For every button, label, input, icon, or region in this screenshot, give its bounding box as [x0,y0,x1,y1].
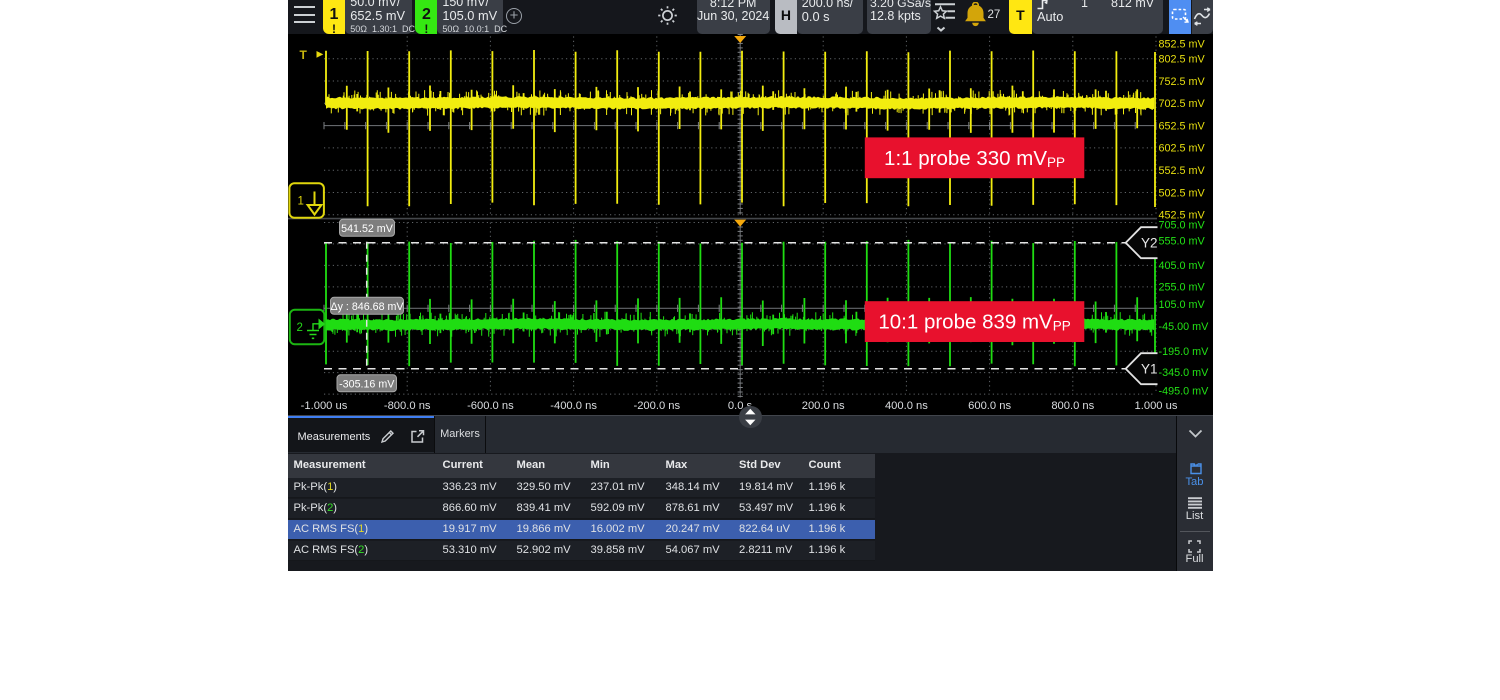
svg-text:-195.0 mV: -195.0 mV [1159,346,1210,358]
svg-text:T: T [300,48,308,62]
svg-text:1: 1 [298,196,304,208]
svg-text:405.0 mV: 405.0 mV [1159,260,1206,272]
svg-text:652.5 mV: 652.5 mV [1159,120,1206,132]
svg-text:10:1 probe 839 mVPP: 10:1 probe 839 mVPP [878,311,1070,334]
svg-text:-200.0 ns: -200.0 ns [633,400,680,412]
svg-text:Y2: Y2 [1141,236,1158,251]
svg-text:-305.16 mV: -305.16 mV [339,378,395,390]
svg-text:800.0 ns: 800.0 ns [1051,400,1094,412]
svg-text:-400.0 ns: -400.0 ns [550,400,597,412]
svg-text:-495.0 mV: -495.0 mV [1159,386,1210,398]
svg-text:555.0 mV: 555.0 mV [1159,236,1206,248]
svg-text:1.000 us: 1.000 us [1135,400,1178,412]
svg-text:705.0 mV: 705.0 mV [1159,220,1206,232]
svg-text:-345.0 mV: -345.0 mV [1159,367,1210,379]
svg-text:702.5 mV: 702.5 mV [1159,98,1206,110]
svg-text:502.5 mV: 502.5 mV [1159,187,1206,199]
svg-text:552.5 mV: 552.5 mV [1159,165,1206,177]
svg-text:-600.0 ns: -600.0 ns [467,400,514,412]
svg-text:802.5 mV: 802.5 mV [1159,54,1206,66]
svg-text:200.0 ns: 200.0 ns [802,400,845,412]
svg-text:400.0 ns: 400.0 ns [885,400,928,412]
svg-text:600.0 ns: 600.0 ns [968,400,1011,412]
svg-text:602.5 mV: 602.5 mV [1159,143,1206,155]
svg-text:Δy : 846.68 mV: Δy : 846.68 mV [330,301,404,313]
svg-text:852.5 mV: 852.5 mV [1159,39,1206,51]
svg-text:-1.000 us: -1.000 us [301,400,348,412]
svg-text:Y1: Y1 [1141,362,1158,377]
svg-text:255.0 mV: 255.0 mV [1159,282,1206,294]
svg-text:-800.0 ns: -800.0 ns [384,400,431,412]
svg-text:752.5 mV: 752.5 mV [1159,76,1206,88]
svg-text:1:1 probe 330 mVPP: 1:1 probe 330 mVPP [884,147,1065,170]
svg-text:105.0 mV: 105.0 mV [1159,299,1206,311]
svg-text:2: 2 [297,322,303,334]
svg-text:541.52 mV: 541.52 mV [341,223,394,235]
svg-text:-45.00 mV: -45.00 mV [1159,321,1210,333]
